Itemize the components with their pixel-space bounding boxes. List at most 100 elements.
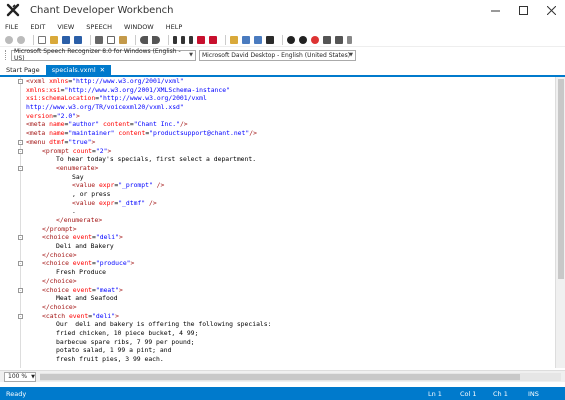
replace-icon[interactable] <box>209 35 217 44</box>
close-button[interactable] <box>537 0 565 20</box>
code-line: </choice> <box>0 277 555 286</box>
undo-icon[interactable] <box>140 35 148 44</box>
code-token: "Chant Inc." <box>133 120 180 129</box>
menu-speech[interactable]: SPEECH <box>86 23 112 31</box>
code-token: > <box>130 259 135 268</box>
scrollbar-thumb[interactable] <box>558 79 564 279</box>
code-line-content: http://www.w3.org/TR/voicexml20/vxml.xsd… <box>26 103 184 112</box>
code-token: </choice> <box>42 302 77 311</box>
code-token: > <box>118 285 123 294</box>
vertical-scrollbar[interactable] <box>555 77 565 368</box>
folder-icon[interactable] <box>230 35 238 44</box>
code-token: </enumerate> <box>56 216 103 224</box>
fold-toggle-icon[interactable]: - <box>18 261 23 267</box>
menu-window[interactable]: WINDOW <box>124 23 154 31</box>
copy-icon[interactable] <box>107 35 115 44</box>
open-file-icon[interactable] <box>50 35 58 44</box>
code-line: <meta name="author" content="Chant Inc."… <box>0 120 555 129</box>
code-token: "author" <box>68 120 100 129</box>
code-token: <choice <box>42 285 73 294</box>
code-token: content <box>118 129 146 138</box>
play-icon[interactable] <box>299 35 307 44</box>
save-all-icon[interactable] <box>74 35 82 44</box>
back-icon[interactable] <box>5 35 13 44</box>
record-icon[interactable] <box>287 35 295 44</box>
code-line: - <enumerate> <box>0 164 555 173</box>
code-line-content: </choice> <box>42 303 77 312</box>
code-line: To hear today's specials, first select a… <box>0 155 555 164</box>
maximize-icon <box>518 5 528 15</box>
bookmark-icon[interactable] <box>173 35 177 44</box>
forward-icon[interactable] <box>17 35 25 44</box>
save-icon[interactable] <box>62 35 70 44</box>
grammar-icon[interactable] <box>242 35 250 44</box>
code-token: <meta <box>26 120 50 129</box>
code-token: Meat and Seafood <box>56 294 118 303</box>
cut-icon[interactable] <box>95 35 103 44</box>
code-line-content: To hear today's specials, first select a… <box>56 155 256 164</box>
code-line-content: <meta name="author" content="Chant Inc."… <box>26 120 188 129</box>
menu-file[interactable]: FILE <box>5 23 18 31</box>
microphone-icon[interactable] <box>323 35 331 44</box>
fold-toggle-icon[interactable]: - <box>18 287 23 293</box>
code-token: "http://www.w3.org/2001/XMLSchema-instan… <box>64 85 230 94</box>
code-line-content: xmlns:xsi="http://www.w3.org/2001/XMLSch… <box>26 86 230 95</box>
speaker-icon[interactable] <box>335 35 343 44</box>
zoom-select[interactable]: 100 % ▼ <box>4 371 36 382</box>
code-editor[interactable]: - <vxml xmlns="http://www.w3.org/2001/vxm… <box>0 77 555 368</box>
scrollbar-thumb[interactable] <box>40 373 520 380</box>
recognizer-select[interactable]: Microsoft Speech Recognizer 8.0 for Wind… <box>11 48 196 62</box>
tab-start-page[interactable]: Start Page <box>0 65 46 75</box>
close-tab-icon[interactable]: ✕ <box>100 66 105 74</box>
new-file-icon[interactable] <box>38 35 46 44</box>
code-line-content: barbecue spare ribs, 7 99 per pound; <box>56 338 195 347</box>
code-token: fried chicken, 10 piece bucket, 4 99; <box>56 328 199 337</box>
maximize-button[interactable] <box>509 0 537 20</box>
code-token: </prompt> <box>42 224 77 233</box>
fold-toggle-icon[interactable]: - <box>18 235 23 241</box>
fold-toggle-icon[interactable]: - <box>18 165 23 171</box>
bookmark-next-icon[interactable] <box>189 35 193 44</box>
code-token: /> <box>152 181 165 190</box>
fold-toggle-icon[interactable]: - <box>18 79 23 84</box>
toolbar-grip[interactable] <box>5 50 8 60</box>
code-token: name <box>49 129 65 138</box>
toolbar-separator <box>168 34 169 45</box>
menu-edit[interactable]: EDIT <box>30 23 45 31</box>
code-token: > <box>107 146 112 155</box>
code-line-content: fresh fruit pies, 3 99 each. <box>56 355 164 364</box>
code-token: <value <box>72 198 99 207</box>
horizontal-scrollbar[interactable] <box>40 372 561 381</box>
compile-icon[interactable] <box>266 35 274 44</box>
dropdown-arrow-icon[interactable] <box>347 35 352 44</box>
code-line: </choice> <box>0 251 555 260</box>
lexicon-icon[interactable] <box>254 35 262 44</box>
code-token: "2" <box>95 146 108 155</box>
fold-toggle-icon[interactable]: - <box>18 313 23 319</box>
fold-toggle-icon[interactable]: - <box>18 139 23 145</box>
code-line: <value expr="_prompt" /> <box>0 181 555 190</box>
code-token: > <box>76 111 80 120</box>
chevron-down-icon: ▼ <box>189 52 193 58</box>
menu-view[interactable]: VIEW <box>57 23 74 31</box>
code-token: "http://www.w3.org/2001/vxml" <box>72 77 184 85</box>
status-column: Col 1 <box>460 390 477 398</box>
find-icon[interactable] <box>197 35 205 44</box>
toolbar-separator <box>33 34 34 45</box>
code-token: event <box>72 259 93 268</box>
code-line: http://www.w3.org/TR/voicexml20/vxml.xsd… <box>0 103 555 112</box>
code-token: expr <box>98 198 115 207</box>
paste-icon[interactable] <box>119 35 127 44</box>
synthesizer-select[interactable]: Microsoft David Desktop - English (Unite… <box>199 49 356 61</box>
menu-help[interactable]: HELP <box>166 23 183 31</box>
fold-toggle-icon[interactable]: - <box>18 148 23 154</box>
tab-specials-vxml[interactable]: specials.vxml ✕ <box>45 65 112 75</box>
code-line: Our deli and bakery is offering the foll… <box>0 320 555 329</box>
code-token: <value <box>72 181 99 190</box>
redo-icon[interactable] <box>152 35 160 44</box>
code-line: - <choice event="meat"> <box>0 286 555 295</box>
minimize-button[interactable] <box>481 0 509 20</box>
code-token: xsi:schemaLocation <box>26 94 96 103</box>
stop-icon[interactable] <box>311 35 319 44</box>
bookmark-prev-icon[interactable] <box>181 35 185 44</box>
